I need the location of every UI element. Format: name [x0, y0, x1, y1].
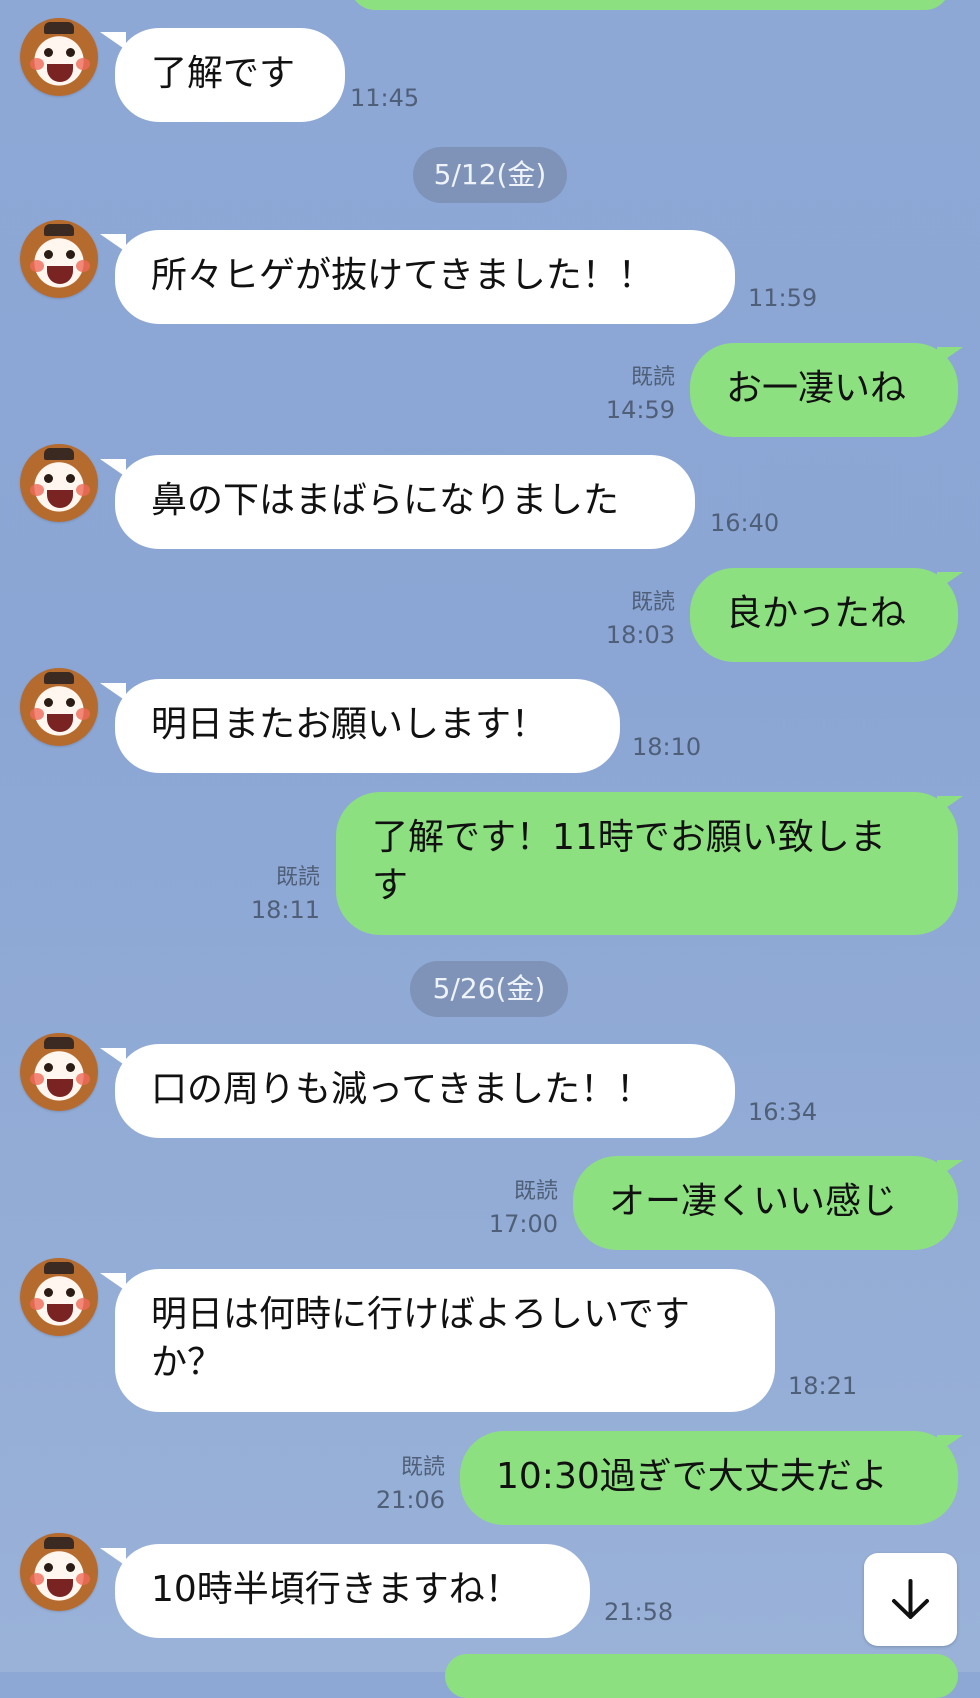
message-bubble-outgoing[interactable]: 了解です！11時でお願い致しま す [336, 792, 958, 935]
message-time: 18:10 [632, 733, 702, 761]
message-time: 14:59 [605, 396, 675, 424]
message-bubble-incoming[interactable]: 鼻の下はまばらになりました [115, 455, 695, 549]
bubble-tail [937, 796, 963, 814]
bubble-tail [937, 572, 963, 590]
message-text-line: す [372, 865, 409, 906]
message-bubble-incoming[interactable]: 口の周りも減ってきました！！ [115, 1044, 735, 1138]
contact-avatar[interactable] [20, 18, 98, 96]
chat-view[interactable]: 了解です 11:45 5/12(金) 所々ヒゲが抜けてきました！！ 11:59 … [0, 0, 980, 1698]
bubble-tail [937, 1435, 963, 1453]
message-text-line: 了解です！11時でお願い致しま [372, 817, 886, 858]
message-text: 口の周りも減ってきました！！ [151, 1069, 653, 1110]
message-bubble-outgoing[interactable]: 10:30過ぎで大丈夫だよ [460, 1431, 958, 1525]
date-separator: 5/26(金) [410, 961, 568, 1017]
scroll-to-bottom-button[interactable] [864, 1553, 957, 1646]
message-time: 17:00 [488, 1210, 558, 1238]
message-time: 16:34 [748, 1098, 818, 1126]
message-bubble-outgoing[interactable]: オー凄くいい感じ [573, 1156, 958, 1250]
read-receipt: 既読 [630, 590, 675, 615]
contact-avatar[interactable] [20, 220, 98, 298]
read-receipt: 既読 [630, 365, 675, 390]
contact-avatar[interactable] [20, 668, 98, 746]
message-bubble-incoming[interactable]: 明日またお願いします！ [115, 679, 620, 773]
message-bubble-incoming[interactable]: 所々ヒゲが抜けてきました！！ [115, 230, 735, 324]
contact-avatar[interactable] [20, 1033, 98, 1111]
message-bubble-partial[interactable] [350, 0, 950, 10]
message-text: 10時半頃行きますね！ [151, 1569, 521, 1610]
message-time: 11:45 [350, 84, 420, 112]
message-time: 21:58 [604, 1598, 674, 1626]
message-time: 21:06 [375, 1486, 445, 1514]
message-time: 18:03 [605, 621, 675, 649]
message-text: オー凄くいい感じ [609, 1181, 898, 1222]
arrow-down-icon [892, 1579, 929, 1619]
contact-avatar[interactable] [20, 444, 98, 522]
message-bubble-outgoing[interactable]: 良かったね [690, 568, 958, 662]
read-receipt: 既読 [513, 1179, 558, 1204]
date-separator: 5/12(金) [413, 147, 567, 203]
message-time: 11:59 [748, 284, 818, 312]
message-time: 18:11 [250, 896, 320, 924]
contact-avatar[interactable] [20, 1533, 98, 1611]
message-bubble-outgoing[interactable]: お一凄いね [690, 343, 958, 437]
contact-avatar[interactable] [20, 1258, 98, 1336]
bubble-tail [937, 1160, 963, 1178]
message-text: 鼻の下はまばらになりました [151, 480, 620, 521]
message-text: 良かったね [726, 593, 907, 634]
message-text: 10:30過ぎで大丈夫だよ [496, 1456, 888, 1497]
message-bubble-partial[interactable] [445, 1654, 958, 1698]
message-bubble-incoming[interactable]: 10時半頃行きますね！ [115, 1544, 590, 1638]
message-time: 18:21 [788, 1372, 858, 1400]
message-text-line: 明日は何時に行けばよろしいです [151, 1294, 690, 1335]
bubble-tail [937, 347, 963, 365]
message-text: お一凄いね [726, 368, 907, 409]
message-time: 16:40 [710, 509, 780, 537]
message-text: 了解です [151, 53, 296, 94]
read-receipt: 既読 [275, 865, 320, 890]
message-text: 明日またお願いします！ [151, 704, 548, 745]
message-bubble-incoming[interactable]: 了解です [115, 28, 345, 122]
read-receipt: 既読 [400, 1455, 445, 1480]
message-text-line: か？ [151, 1342, 224, 1383]
message-bubble-incoming[interactable]: 明日は何時に行けばよろしいです か？ [115, 1269, 775, 1412]
message-text: 所々ヒゲが抜けてきました！！ [151, 255, 654, 296]
